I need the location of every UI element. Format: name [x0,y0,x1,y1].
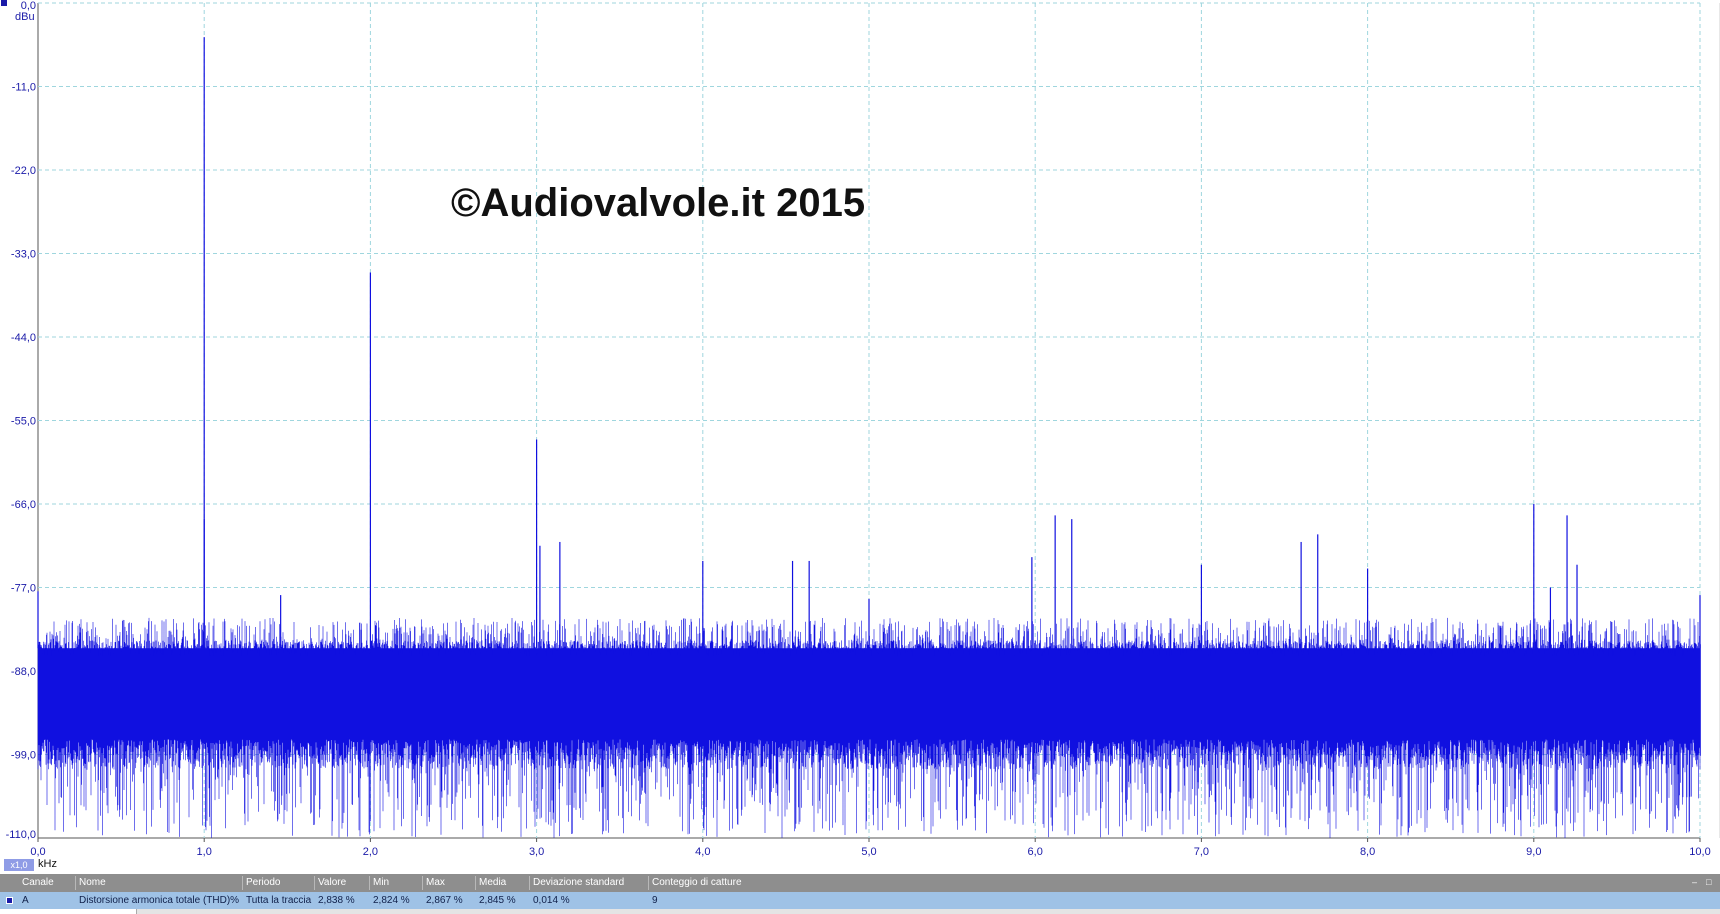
x-tick-label: 0,0 [30,846,45,858]
y-tick-label: -77,0 [11,583,36,595]
x-tick-label: 6,0 [1028,846,1043,858]
bottom-tab[interactable] [0,909,137,914]
y-axis-ticks: 0,0-11,0-22,0-33,0-44,0-55,0-66,0-77,0-8… [6,0,36,841]
cell-media: 2,845 % [479,895,516,906]
cell-deviazione: 0,014 % [533,895,570,906]
x-tick-label: 1,0 [197,846,212,858]
y-tick-label: -88,0 [11,666,36,678]
x-tick-label: 9,0 [1526,846,1541,858]
cell-conteggio: 9 [652,895,658,906]
cell-max: 2,867 % [426,895,463,906]
y-tick-label: -44,0 [11,332,36,344]
channel-color-swatch [6,897,13,904]
x-tick-label: 7,0 [1194,846,1209,858]
x-tick-label: 10,0 [1689,846,1710,858]
y-axis-unit: dBu [15,11,35,23]
x-tick-label: 5,0 [861,846,876,858]
restore-panel-button[interactable]: □ [1706,877,1711,887]
y-tick-label: -33,0 [11,249,36,261]
col-canale[interactable]: Canale [22,874,74,892]
col-max[interactable]: Max [426,874,474,892]
cell-valore: 2,838 % [318,895,355,906]
minimize-panel-button[interactable]: – [1692,877,1697,887]
y-tick-label: -99,0 [11,750,36,762]
col-deviazione[interactable]: Deviazione standard [533,874,647,892]
y-tick-label: -66,0 [11,499,36,511]
cell-periodo: Tutta la traccia [246,895,312,906]
cell-min: 2,824 % [373,895,410,906]
zoom-badge[interactable]: x1,0 [4,859,34,871]
x-tick-label: 3,0 [529,846,544,858]
x-axis-unit: kHz [38,858,57,870]
x-axis-ticks: 0,0 1,0 2,0 3,0 4,0 5,0 6,0 7,0 8,0 9,0 10,0 [30,838,1711,858]
x-tick-label: 4,0 [695,846,710,858]
col-conteggio[interactable]: Conteggio di catture [652,874,812,892]
col-min[interactable]: Min [373,874,421,892]
measurement-row[interactable]: A Distorsione armonica totale (THD)% Tut… [0,892,1720,909]
col-nome[interactable]: Nome [79,874,239,892]
y-tick-label: -55,0 [11,416,36,428]
col-periodo[interactable]: Periodo [246,874,312,892]
x-tick-label: 2,0 [363,846,378,858]
cell-nome: Distorsione armonica totale (THD)% [79,895,239,906]
cell-canale: A [22,895,29,906]
col-valore[interactable]: Valore [318,874,368,892]
measurements-table: Canale Nome Periodo Valore Min Max Media… [0,874,1720,914]
watermark: ©Audiovalvole.it 2015 [451,181,865,225]
y-tick-label: -11,0 [12,82,36,94]
col-media[interactable]: Media [479,874,529,892]
spectrum-plot: 0,0 -11,0 -22,0 -33,0 -44,0 -55,0 -66,0 -77,0 -8… [6,0,1720,858]
y-tick-label: -110,0 [6,829,36,841]
measurements-header: Canale Nome Periodo Valore Min Max Media… [0,874,1720,892]
bottom-strip [0,909,1720,914]
y-tick-label: -22,0 [11,165,36,177]
x-tick-label: 8,0 [1360,846,1375,858]
